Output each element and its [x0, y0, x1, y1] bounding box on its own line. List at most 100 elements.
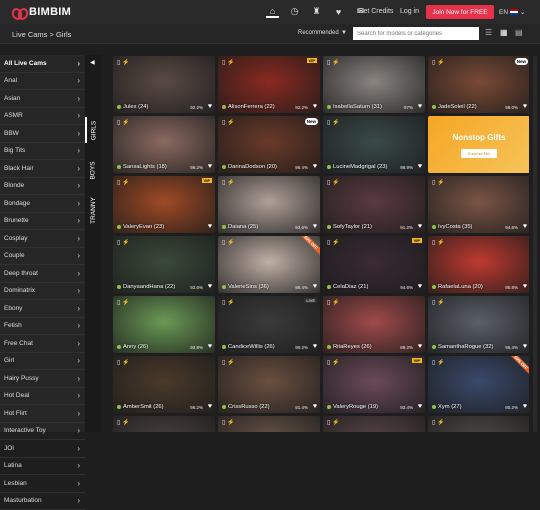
heart-icon[interactable]: ♥: [332, 5, 345, 18]
model-card[interactable]: ▯ ⚡IvyCosta (35)94.6%♥: [428, 176, 529, 233]
tab-girls[interactable]: GIRLS: [85, 117, 101, 143]
home-icon[interactable]: ⌂: [266, 5, 279, 18]
favorite-icon[interactable]: ♥: [523, 283, 527, 290]
favorite-icon[interactable]: ♥: [418, 163, 422, 170]
favorite-icon[interactable]: ♥: [313, 163, 317, 170]
favorite-icon[interactable]: ♥: [418, 103, 422, 110]
model-card[interactable]: ▯ ⚡VIPCelaDiaz (21)94.6%♥: [323, 236, 425, 293]
model-card[interactable]: ▯ ⚡RitaReyes (26)89.2%♥: [323, 296, 425, 353]
search-input[interactable]: [353, 27, 479, 40]
model-card[interactable]: ▯ ⚡50% OFFXym (27)90.2%♥: [428, 356, 529, 413]
favorite-icon[interactable]: ♥: [313, 103, 317, 110]
favorite-icon[interactable]: ♥: [523, 223, 527, 230]
model-card[interactable]: ▯ ⚡IsabellaSaturn (31)97%♥: [323, 56, 425, 113]
sidebar-category[interactable]: Free Chat›: [0, 335, 85, 353]
tab-boys[interactable]: BOYS: [85, 158, 101, 182]
join-button[interactable]: Join Now for FREE: [426, 5, 494, 19]
sidebar-category[interactable]: Fetish›: [0, 318, 85, 336]
sidebar-category[interactable]: Brunette›: [0, 213, 85, 231]
login-link[interactable]: Log in: [400, 8, 419, 15]
grid-view-icon[interactable]: ▦: [500, 28, 509, 37]
model-card[interactable]: ▯ ⚡RafaelaLuna (20)95.8%♥: [428, 236, 529, 293]
sidebar-category[interactable]: Dominatrix›: [0, 283, 85, 301]
sidebar-category[interactable]: Black Hair›: [0, 160, 85, 178]
sidebar-category[interactable]: ASMR›: [0, 108, 85, 126]
model-card[interactable]: ▯ ⚡Anny (26)93.8%♥: [113, 296, 215, 353]
sidebar-category[interactable]: JOI›: [0, 440, 85, 458]
favorite-icon[interactable]: ♥: [208, 343, 212, 350]
sidebar-category[interactable]: Interactive Toy›: [0, 423, 85, 441]
sort-arrow-icon[interactable]: ▼: [341, 30, 347, 36]
model-card[interactable]: ▯ ⚡LucineMadgrigal (23)98.9%♥: [323, 116, 425, 173]
category-label: Black Hair: [4, 165, 34, 172]
favorite-icon[interactable]: ♥: [313, 283, 317, 290]
sidebar-category[interactable]: Masturbation›: [0, 493, 85, 510]
clock-icon[interactable]: ◷: [288, 5, 301, 18]
model-card[interactable]: ▯ ⚡: [113, 416, 215, 432]
favorite-icon[interactable]: ♥: [418, 403, 422, 410]
favorite-icon[interactable]: ♥: [208, 103, 212, 110]
scrollbar[interactable]: [533, 56, 537, 432]
model-card[interactable]: ▯ ⚡NewDannaDodson (20)96.4%♥: [218, 116, 320, 173]
favorite-icon[interactable]: ♥: [523, 403, 527, 410]
sidebar-category[interactable]: BBW›: [0, 125, 85, 143]
model-card[interactable]: ▯ ⚡50% OFFValerieSins (36)95.4%♥: [218, 236, 320, 293]
logo[interactable]: BIMBIM: [12, 6, 71, 18]
sidebar-category[interactable]: Hot Flirt›: [0, 405, 85, 423]
model-card[interactable]: ▯ ⚡: [428, 416, 529, 432]
sidebar-category[interactable]: Cosplay›: [0, 230, 85, 248]
list-view-icon[interactable]: ☰: [485, 28, 494, 37]
model-card[interactable]: ▯ ⚡NewJadeSoleil (22)98.0%♥: [428, 56, 529, 113]
model-card[interactable]: ▯ ⚡: [323, 416, 425, 432]
model-card[interactable]: ▯ ⚡VIPValeryRouge (19)93.4%♥: [323, 356, 425, 413]
sidebar-category[interactable]: Girl›: [0, 353, 85, 371]
collapse-sidebar-icon[interactable]: ◀: [90, 59, 95, 66]
favorite-icon[interactable]: ♥: [208, 163, 212, 170]
breadcrumb[interactable]: Live Cams > Girls: [12, 30, 71, 39]
favorite-icon[interactable]: ♥: [418, 223, 422, 230]
sidebar-category[interactable]: Lesbian›: [0, 475, 85, 493]
favorite-icon[interactable]: ♥: [418, 283, 422, 290]
favorite-icon[interactable]: ♥: [523, 103, 527, 110]
favorite-icon[interactable]: ♥: [418, 343, 422, 350]
tab-tranny[interactable]: TRANNY: [85, 192, 101, 228]
favorite-icon[interactable]: ♥: [208, 403, 212, 410]
favorite-icon[interactable]: ♥: [313, 223, 317, 230]
model-card[interactable]: ▯ ⚡LIVECandiceWillis (26)90.2%♥: [218, 296, 320, 353]
large-grid-icon[interactable]: ▤: [515, 28, 524, 37]
model-card[interactable]: ▯ ⚡CrissRusso (22)91.4%♥: [218, 356, 320, 413]
model-card[interactable]: ▯ ⚡VIPAlisonFerrera (22)92.2%♥: [218, 56, 320, 113]
model-card[interactable]: ▯ ⚡SansaLights (18)96.2%♥: [113, 116, 215, 173]
sidebar-category[interactable]: Blonde›: [0, 178, 85, 196]
surprise-button[interactable]: Surprise Me!: [461, 149, 497, 158]
sidebar-category[interactable]: All Live Cams›: [0, 55, 85, 73]
sidebar-category[interactable]: Anal›: [0, 73, 85, 91]
favorite-icon[interactable]: ♥: [313, 403, 317, 410]
sidebar-category[interactable]: Big Tits›: [0, 143, 85, 161]
model-card[interactable]: ▯ ⚡Jules (24)92.2%♥: [113, 56, 215, 113]
trophy-icon[interactable]: ♜: [310, 5, 323, 18]
favorite-icon[interactable]: ♥: [523, 343, 527, 350]
get-credits-link[interactable]: Get Credits: [358, 8, 393, 15]
promo-card[interactable]: Nonstop GiftsSurprise Me!: [428, 116, 529, 173]
sidebar-category[interactable]: Ebony›: [0, 300, 85, 318]
favorite-icon[interactable]: ♥: [208, 223, 212, 230]
sidebar-category[interactable]: Hot Deal›: [0, 388, 85, 406]
sidebar-category[interactable]: Bondage›: [0, 195, 85, 213]
sidebar-category[interactable]: Couple›: [0, 248, 85, 266]
model-card[interactable]: ▯ ⚡VIPValeryEvan (23)♥: [113, 176, 215, 233]
model-card[interactable]: ▯ ⚡Daiana (25)93.6%♥: [218, 176, 320, 233]
language-selector[interactable]: EN ⌄: [499, 8, 525, 16]
model-card[interactable]: ▯ ⚡DanyaandHana (22)93.6%♥: [113, 236, 215, 293]
model-card[interactable]: ▯ ⚡AmberSmit (26)96.2%♥: [113, 356, 215, 413]
sort-dropdown[interactable]: Recommended: [298, 30, 339, 36]
model-card[interactable]: ▯ ⚡SamanthaRogue (32)95.4%♥: [428, 296, 529, 353]
favorite-icon[interactable]: ♥: [208, 283, 212, 290]
sidebar-category[interactable]: Asian›: [0, 90, 85, 108]
favorite-icon[interactable]: ♥: [313, 343, 317, 350]
model-card[interactable]: ▯ ⚡: [218, 416, 320, 432]
sidebar-category[interactable]: Hairy Pussy›: [0, 370, 85, 388]
model-card[interactable]: ▯ ⚡SofyTaylor (21)91.2%♥: [323, 176, 425, 233]
sidebar-category[interactable]: Deep throat›: [0, 265, 85, 283]
sidebar-category[interactable]: Latina›: [0, 458, 85, 476]
